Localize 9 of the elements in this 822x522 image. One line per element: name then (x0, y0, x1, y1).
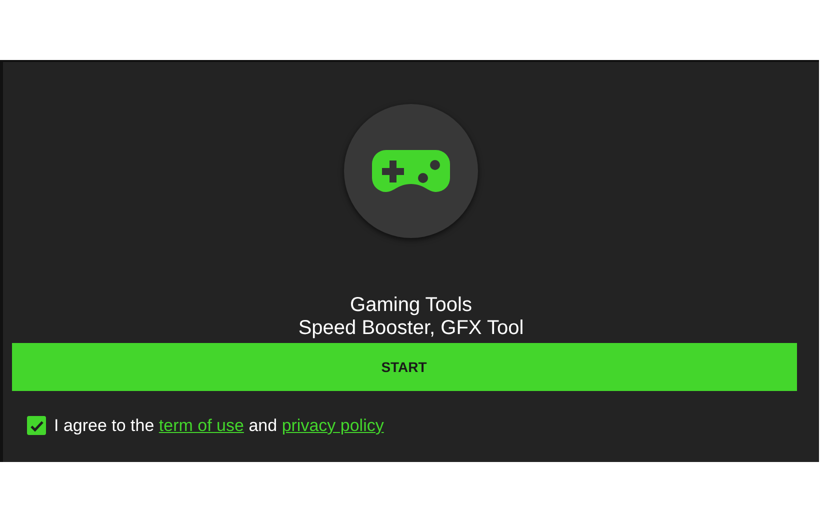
start-button[interactable]: START (12, 343, 796, 391)
app-title: Gaming Tools (350, 294, 472, 317)
agree-checkbox[interactable] (27, 416, 46, 436)
checkmark-icon (30, 420, 44, 432)
app-subtitle: Speed Booster, GFX Tool (298, 317, 524, 340)
agreement-text: I agree to the term of use and privacy policy (54, 415, 384, 437)
terms-link[interactable]: term of use (158, 416, 244, 435)
privacy-link[interactable]: privacy policy (282, 416, 384, 435)
gamepad-icon (372, 150, 450, 192)
